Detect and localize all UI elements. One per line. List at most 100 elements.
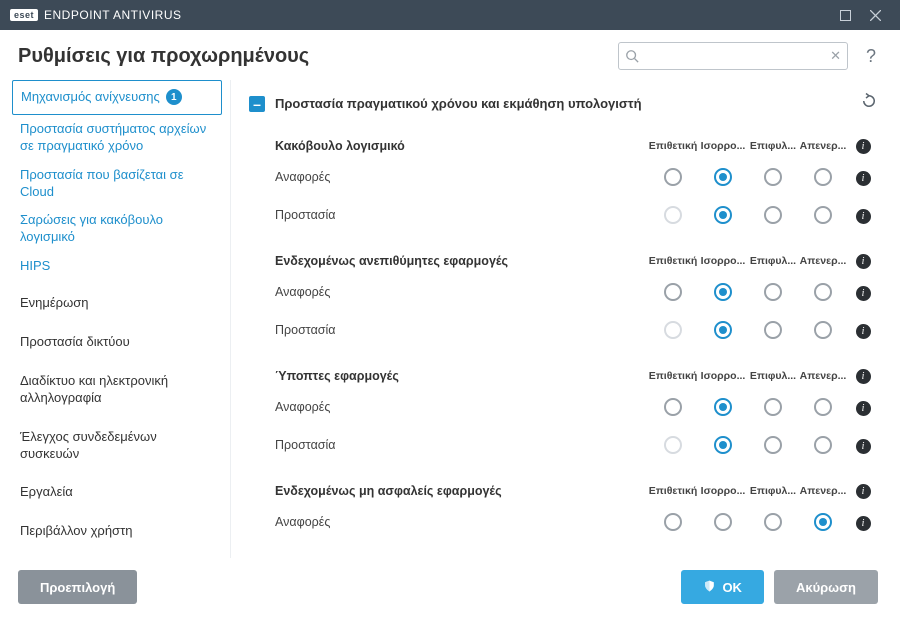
help-icon[interactable]: ? — [860, 46, 882, 67]
sidebar-item-update[interactable]: Ενημέρωση — [12, 287, 222, 320]
info-cell: i — [848, 399, 878, 416]
group-header: Κακόβουλο λογισμικόΕπιθετικήΙσορρο...Επι… — [249, 133, 878, 158]
info-icon[interactable]: i — [856, 516, 871, 531]
info-icon[interactable]: i — [856, 324, 871, 339]
column-header: Ισορρο... — [698, 370, 748, 382]
sidebar-item-device-control[interactable]: Έλεγχος συνδεδεμένων συσκευών — [12, 421, 222, 471]
radio-option[interactable] — [714, 513, 732, 531]
info-icon[interactable]: i — [856, 209, 871, 224]
radio-option[interactable] — [814, 283, 832, 301]
radio-cell — [648, 206, 698, 224]
info-icon[interactable]: i — [856, 484, 871, 499]
radio-option[interactable] — [664, 168, 682, 186]
info-icon[interactable]: i — [856, 369, 871, 384]
radio-cell — [748, 321, 798, 339]
ok-button[interactable]: OK — [681, 570, 764, 604]
info-cell: i — [848, 169, 878, 186]
count-badge: 1 — [166, 89, 182, 105]
column-header: Επιθετική — [648, 485, 698, 497]
footer: Προεπιλογή OK Ακύρωση — [0, 558, 900, 620]
search-box[interactable]: ✕ — [618, 42, 848, 70]
setting-row: Αναφορές i — [249, 158, 878, 196]
radio-option[interactable] — [714, 206, 732, 224]
info-icon[interactable]: i — [856, 286, 871, 301]
radio-group — [648, 168, 848, 186]
radio-option[interactable] — [764, 321, 782, 339]
info-icon[interactable]: i — [856, 254, 871, 269]
radio-option[interactable] — [714, 321, 732, 339]
sidebar-item-ui[interactable]: Περιβάλλον χρήστη — [12, 515, 222, 548]
radio-option[interactable] — [764, 398, 782, 416]
radio-cell — [798, 513, 848, 531]
undo-icon[interactable] — [860, 92, 878, 115]
settings-group: Ύποπτες εφαρμογέςΕπιθετικήΙσορρο...Επιφυ… — [249, 363, 878, 464]
radio-option[interactable] — [814, 206, 832, 224]
sidebar-item-cloud-protection[interactable]: Προστασία που βασίζεται σε Cloud — [12, 161, 222, 207]
info-cell: i — [848, 367, 878, 384]
radio-group — [648, 398, 848, 416]
clear-search-icon[interactable]: ✕ — [830, 48, 841, 64]
sidebar-item-tools[interactable]: Εργαλεία — [12, 476, 222, 509]
radio-option[interactable] — [764, 206, 782, 224]
sidebar-item-malware-scans[interactable]: Σαρώσεις για κακόβουλο λογισμικό — [12, 206, 222, 252]
column-header: Επιφυλ... — [748, 255, 798, 267]
radio-option[interactable] — [714, 283, 732, 301]
window-maximize-icon[interactable] — [830, 0, 860, 30]
info-cell: i — [848, 137, 878, 154]
radio-cell — [698, 436, 748, 454]
info-icon[interactable]: i — [856, 439, 871, 454]
settings-group: Ενδεχομένως μη ασφαλείς εφαρμογέςΕπιθετι… — [249, 478, 878, 541]
radio-option[interactable] — [814, 513, 832, 531]
info-icon[interactable]: i — [856, 139, 871, 154]
window-close-icon[interactable] — [860, 0, 890, 30]
setting-row: Προστασία i — [249, 196, 878, 234]
collapse-icon[interactable]: – — [249, 96, 265, 112]
radio-option[interactable] — [814, 168, 832, 186]
radio-group — [648, 283, 848, 301]
radio-option[interactable] — [764, 283, 782, 301]
radio-cell — [698, 513, 748, 531]
radio-option[interactable] — [664, 398, 682, 416]
column-headers: ΕπιθετικήΙσορρο...Επιφυλ...Απενερ... — [648, 485, 848, 497]
group-title: Ενδεχομένως ανεπιθύμητες εφαρμογές — [249, 254, 648, 268]
row-label: Αναφορές — [249, 170, 648, 184]
body: Μηχανισμός ανίχνευσης 1 Προστασία συστήμ… — [0, 80, 900, 558]
radio-cell — [648, 321, 698, 339]
radio-option[interactable] — [664, 283, 682, 301]
setting-row: Αναφορέςi — [249, 503, 878, 541]
radio-cell — [748, 436, 798, 454]
radio-option[interactable] — [764, 168, 782, 186]
radio-option[interactable] — [714, 436, 732, 454]
column-header: Επιθετική — [648, 370, 698, 382]
sidebar-item-web-email[interactable]: Διαδίκτυο και ηλεκτρονική αλληλογραφία — [12, 365, 222, 415]
sidebar-item-detection-engine[interactable]: Μηχανισμός ανίχνευσης 1 — [12, 80, 222, 115]
sidebar-item-realtime-fs[interactable]: Προστασία συστήματος αρχείων σε πραγματι… — [12, 115, 222, 161]
column-header: Επιθετική — [648, 255, 698, 267]
cancel-button[interactable]: Ακύρωση — [774, 570, 878, 604]
content-scroll[interactable]: – Προστασία πραγματικού χρόνου και εκμάθ… — [231, 80, 890, 558]
radio-cell — [698, 168, 748, 186]
radio-option[interactable] — [764, 436, 782, 454]
radio-option[interactable] — [714, 168, 732, 186]
settings-group: Ενδεχομένως ανεπιθύμητες εφαρμογέςΕπιθετ… — [249, 248, 878, 349]
info-icon[interactable]: i — [856, 171, 871, 186]
search-input[interactable] — [643, 49, 826, 64]
sidebar-item-network-protection[interactable]: Προστασία δικτύου — [12, 326, 222, 359]
setting-row: Αναφορέςi — [249, 273, 878, 311]
radio-cell — [798, 283, 848, 301]
column-header: Απενερ... — [798, 255, 848, 267]
radio-option[interactable] — [764, 513, 782, 531]
radio-option[interactable] — [814, 436, 832, 454]
radio-option[interactable] — [664, 513, 682, 531]
titlebar: eset ENDPOINT ANTIVIRUS — [0, 0, 900, 30]
default-button[interactable]: Προεπιλογή — [18, 570, 137, 604]
row-label: Προστασία — [249, 208, 648, 222]
setting-row: Προστασίαi — [249, 426, 878, 464]
column-headers: ΕπιθετικήΙσορρο...Επιφυλ...Απενερ... — [648, 255, 848, 267]
radio-option[interactable] — [814, 398, 832, 416]
sidebar-item-hips[interactable]: HIPS — [12, 252, 222, 281]
radio-option[interactable] — [814, 321, 832, 339]
brand-text: ENDPOINT ANTIVIRUS — [44, 8, 181, 22]
info-icon[interactable]: i — [856, 401, 871, 416]
radio-option[interactable] — [714, 398, 732, 416]
